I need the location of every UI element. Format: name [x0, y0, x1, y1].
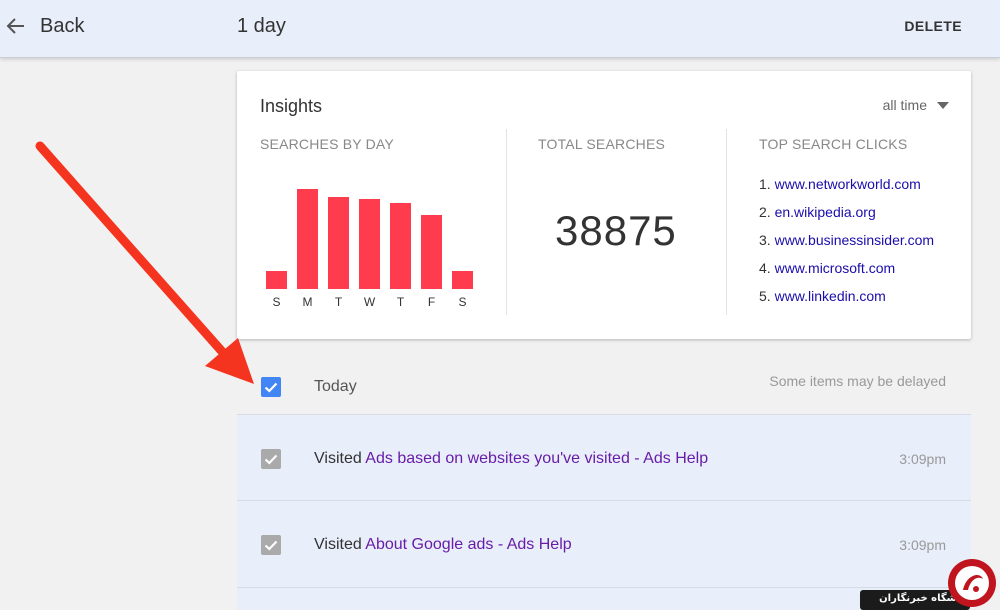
page-title: 1 day [237, 15, 286, 37]
history-entry-text: Visited About Google ads - Ads Help [314, 536, 572, 554]
chart-bar [297, 189, 318, 289]
column-divider [506, 129, 507, 315]
searches-by-day-chart: SMTWTFS [266, 189, 473, 309]
visited-prefix: Visited [314, 536, 366, 553]
row-checkbox[interactable] [261, 449, 281, 469]
checkmark-icon [264, 382, 278, 393]
top-click-link[interactable]: www.networkworld.com [775, 176, 921, 192]
chart-tick-label: S [272, 295, 280, 309]
top-search-clicks-list: 1. www.networkworld.com 2. en.wikipedia.… [759, 176, 934, 316]
chart-bar [328, 197, 349, 289]
chart-tick-label: M [303, 295, 313, 309]
chart-bar [390, 203, 411, 289]
top-search-clicks-heading: TOP SEARCH CLICKS [759, 136, 908, 152]
back-arrow-icon[interactable] [6, 16, 26, 36]
list-item: 5. www.linkedin.com [759, 288, 934, 316]
history-link[interactable]: Ads based on websites you've visited - A… [365, 450, 708, 467]
history-row[interactable]: Visited About Google ads - Ads Help 3:09… [237, 501, 971, 588]
chart-bar [452, 271, 473, 289]
searches-by-day-heading: SEARCHES BY DAY [260, 136, 394, 152]
checkmark-icon [264, 454, 278, 465]
chart-tick-label: W [364, 295, 376, 309]
visited-prefix: Visited [314, 450, 366, 467]
list-item: 4. www.microsoft.com [759, 260, 934, 288]
row-checkbox[interactable] [261, 535, 281, 555]
list-item: 3. www.businessinsider.com [759, 232, 934, 260]
history-list: Visited Ads based on websites you've vis… [237, 414, 971, 610]
top-click-link[interactable]: www.microsoft.com [775, 260, 896, 276]
history-time: 3:09pm [899, 537, 946, 553]
rank-number: 1. [759, 176, 771, 192]
chart-tick-label: S [458, 295, 466, 309]
total-searches-value: 38875 [555, 207, 677, 254]
history-row[interactable]: Visited Ads based on websites you've vis… [237, 414, 971, 501]
top-click-link[interactable]: www.businessinsider.com [775, 232, 935, 248]
select-all-today-checkbox[interactable] [261, 377, 281, 397]
history-time: 3:09pm [899, 451, 946, 467]
chart-bar [359, 199, 380, 289]
history-entry-text: Visited Ads based on websites you've vis… [314, 450, 708, 468]
time-range-value: all time [882, 97, 927, 113]
chart-bar [266, 271, 287, 289]
day-heading: Today [314, 378, 357, 395]
chart-tick-label: T [397, 295, 405, 309]
insights-card: Insights all time SEARCHES BY DAY TOTAL … [237, 71, 971, 339]
checkmark-icon [264, 540, 278, 551]
total-searches-heading: TOTAL SEARCHES [538, 136, 666, 152]
history-link[interactable]: About Google ads - Ads Help [365, 536, 571, 553]
delay-note: Some items may be delayed [769, 373, 946, 389]
chart-bar [421, 215, 442, 289]
watermark-logo-icon [948, 559, 996, 607]
rank-number: 3. [759, 232, 771, 248]
rank-number: 5. [759, 288, 771, 304]
time-range-dropdown[interactable]: all time [883, 97, 949, 113]
list-item: 2. en.wikipedia.org [759, 204, 934, 232]
rank-number: 4. [759, 260, 771, 276]
insights-title: Insights [260, 96, 323, 116]
back-button[interactable]: Back [40, 15, 84, 38]
chart-tick-label: F [428, 295, 435, 309]
top-click-link[interactable]: www.linkedin.com [775, 288, 886, 304]
dropdown-caret-icon [937, 101, 949, 109]
list-item: 1. www.networkworld.com [759, 176, 934, 204]
column-divider [726, 129, 727, 315]
rank-number: 2. [759, 204, 771, 220]
delete-button[interactable]: DELETE [904, 18, 962, 34]
chart-tick-label: T [335, 295, 343, 309]
top-bar: Back 1 day DELETE [0, 0, 1000, 58]
top-click-link[interactable]: en.wikipedia.org [775, 204, 876, 220]
